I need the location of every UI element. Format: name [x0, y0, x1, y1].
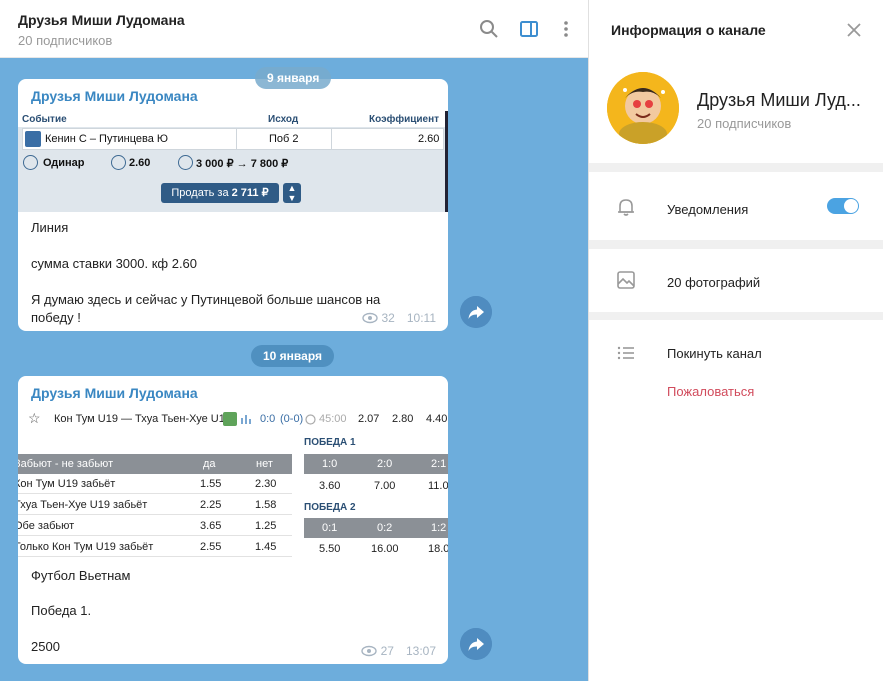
share-icon[interactable] — [460, 296, 492, 328]
panel-title: Информация о канале — [611, 22, 766, 38]
bet-summary: Одинар 2.60 3 000 ₽ → 7 800 ₽ — [23, 155, 443, 171]
report-button[interactable]: Пожаловаться — [667, 384, 754, 399]
odds-top-3: 4.40 — [426, 413, 448, 425]
odds-top-2: 2.80 — [392, 413, 414, 425]
odds-section-title: ПОБЕДА 1 — [304, 437, 356, 448]
stats-icon — [241, 415, 251, 424]
channel-info-panel: Информация о канале Друзья Миши Луд... 2… — [588, 0, 883, 681]
chat-header: Друзья Миши Лудомана 20 подписчиков — [0, 0, 588, 58]
star-icon: ☆ — [28, 410, 41, 426]
views-icon — [361, 312, 378, 324]
telegram-window: Друзья Миши Лудомана 20 подписчиков Друз… — [0, 0, 883, 681]
odds-left-row: Кон Тум U19 забьёт 1.55 2.30 — [18, 474, 292, 494]
bet-slip-header: Событие Исход Коэффициент — [18, 111, 445, 127]
post-text-line: победу ! — [31, 310, 81, 325]
col-event: Событие — [22, 114, 67, 125]
odds-clock: 45:00 — [319, 413, 347, 425]
channel-actions: Покинуть канал — [589, 320, 883, 681]
image-icon — [617, 271, 635, 289]
date-separator: 10 января — [251, 345, 334, 367]
photos-row[interactable]: 20 фотографий — [589, 249, 883, 312]
channel-subscribers: 20 подписчиков — [697, 116, 792, 131]
odds-match: Кон Тум U19 — Тхуа Тьен-Хуе U19 — [54, 413, 231, 425]
notifications-toggle[interactable] — [827, 198, 859, 214]
col-coef: Коэффициент — [369, 114, 440, 125]
list-icon — [617, 346, 634, 360]
bet-outcome: Поб 2 — [269, 133, 299, 145]
odds-right-row: 5.50 16.00 18.0 — [304, 539, 448, 558]
odds-score-half: (0-0) — [280, 413, 304, 425]
odds-left-row: Только Кон Тум U19 забьёт 2.55 1.45 — [18, 537, 292, 557]
post-text-line: Футбол Вьетнам — [31, 568, 131, 583]
post-time: 10:11 — [406, 311, 436, 325]
sell-stepper-icon: ▲ ▼ — [283, 183, 301, 203]
bet-type: Одинар — [43, 157, 85, 169]
bet-slip-row: Кенин С – Путинцева Ю Поб 2 2.60 — [22, 128, 444, 150]
toggle-knob — [844, 199, 858, 213]
notifications-label: Уведомления — [667, 202, 749, 217]
odds-image[interactable]: ☆ Кон Тум U19 — Тхуа Тьен-Хуе U19 0:0 (0… — [18, 408, 448, 558]
sport-icon — [25, 131, 41, 147]
channel-post[interactable]: Друзья Миши Лудомана ☆ Кон Тум U19 — Тху… — [18, 376, 448, 664]
stake-icon — [178, 155, 193, 170]
leave-channel-button[interactable]: Покинуть канал — [667, 346, 762, 361]
bet-odds: 2.60 — [129, 157, 151, 169]
odds-right-header: 1:0 2:0 2:1 — [304, 454, 448, 474]
post-author[interactable]: Друзья Миши Лудомана — [31, 385, 198, 401]
bet-event: Кенин С – Путинцева Ю — [45, 133, 169, 145]
photos-label: 20 фотографий — [667, 275, 761, 290]
col-outcome: Исход — [268, 114, 299, 125]
views-icon — [360, 645, 377, 657]
chat-subtitle: 20 подписчиков — [18, 33, 113, 48]
odds-icon — [111, 155, 126, 170]
more-options-icon[interactable] — [555, 18, 577, 40]
channel-name: Друзья Миши Луд... — [697, 90, 861, 110]
post-author[interactable]: Друзья Миши Лудомана — [31, 88, 198, 104]
odds-left-row: Тхуа Тьен-Хуе U19 забьёт 2.25 1.58 — [18, 495, 292, 515]
search-icon[interactable] — [478, 18, 500, 40]
odds-left-header: Забьют - не забьют да нет — [18, 454, 292, 474]
view-count: 27 — [380, 644, 394, 658]
post-text-line: Линия — [31, 220, 69, 235]
post-text-line: сумма ставки 3000. кф 2.60 — [31, 256, 198, 271]
chat-history[interactable]: Друзья Миши Лудомана Событие Исход Коэфф… — [0, 58, 588, 681]
chat-title[interactable]: Друзья Миши Лудомана — [18, 12, 185, 28]
date-separator: 9 января — [255, 67, 332, 89]
bell-icon — [618, 199, 634, 216]
sell-bet-button: Продать за 2 711 ₽ — [161, 183, 279, 203]
post-text-line: Я думаю здесь и сейчас у Путинцевой боль… — [31, 292, 381, 307]
post-text-line: 2500 — [31, 639, 60, 654]
channel-post[interactable]: Друзья Миши Лудомана Событие Исход Коэфф… — [18, 79, 448, 331]
post-meta: 27 13:07 — [360, 644, 436, 658]
bet-coef: 2.60 — [418, 133, 440, 145]
post-text-line: Победа 1. — [31, 603, 92, 618]
info-icon — [23, 155, 38, 170]
bet-slip-image[interactable]: Событие Исход Коэффициент Кенин С – Пути… — [18, 111, 448, 212]
odds-top-1: 2.07 — [358, 413, 380, 425]
sidebar-toggle-icon[interactable] — [518, 18, 540, 40]
clock-icon — [305, 414, 316, 425]
odds-score: 0:0 — [260, 413, 276, 425]
odds-match-row: ☆ Кон Тум U19 — Тхуа Тьен-Хуе U19 0:0 (0… — [18, 408, 448, 432]
live-icon — [223, 412, 237, 426]
post-time: 13:07 — [405, 644, 436, 658]
channel-info-header: Информация о канале Друзья Миши Луд... 2… — [589, 0, 883, 163]
view-count: 32 — [381, 311, 395, 325]
close-icon[interactable] — [844, 20, 864, 40]
channel-avatar[interactable] — [607, 72, 679, 144]
odds-right-row: 3.60 7.00 11.0 — [304, 476, 448, 496]
odds-left-row: Обе забьют 3.65 1.25 — [18, 516, 292, 536]
bet-stake: 3 000 ₽ → 7 800 ₽ — [196, 158, 289, 170]
odds-section-title: ПОБЕДА 2 — [304, 502, 356, 513]
share-icon[interactable] — [460, 628, 492, 660]
odds-right-header: 0:1 0:2 1:2 — [304, 518, 448, 538]
post-meta: 32 10:11 — [361, 311, 436, 325]
